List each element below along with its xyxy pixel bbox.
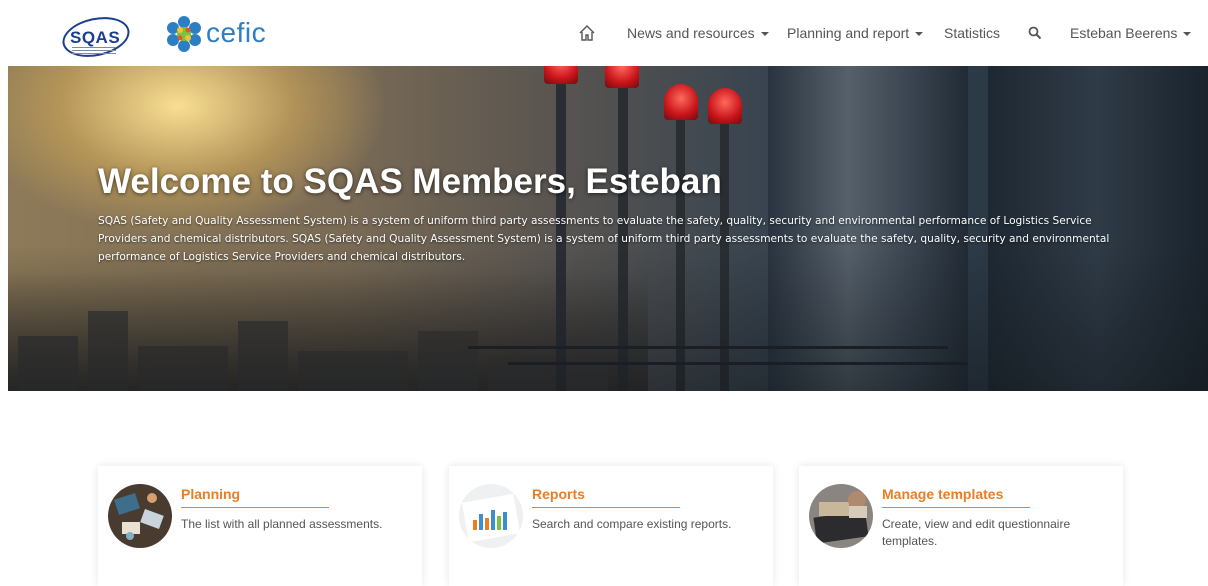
nav-news-and-resources[interactable]: News and resources	[627, 0, 769, 66]
nav-search[interactable]	[1028, 0, 1042, 66]
reports-thumbnail	[459, 484, 523, 548]
card-planning-description: The list with all planned assessments.	[181, 517, 383, 531]
sqas-logo[interactable]: SQAS	[58, 11, 134, 63]
card-reports-title[interactable]: Reports	[532, 486, 585, 502]
card-title-underline	[532, 507, 680, 508]
nav-statistics[interactable]: Statistics	[944, 0, 1000, 66]
hero-banner: Welcome to SQAS Members, Esteban SQAS (S…	[8, 66, 1208, 391]
card-reports-description: Search and compare existing reports.	[532, 517, 732, 531]
card-title-underline	[882, 507, 1030, 508]
card-planning-title[interactable]: Planning	[181, 486, 240, 502]
nav-planning-and-report[interactable]: Planning and report	[787, 0, 924, 66]
cefic-logo-text: cefic	[206, 17, 267, 48]
card-reports[interactable]: Reports Search and compare existing repo…	[449, 466, 773, 586]
nav-user-label: Esteban Beerens	[1070, 25, 1178, 41]
site-header: SQAS cefic News and resources Planning a…	[0, 0, 1208, 66]
hero-title: Welcome to SQAS Members, Esteban	[98, 162, 722, 201]
nav-user-menu[interactable]: Esteban Beerens	[1070, 0, 1192, 66]
caret-down-icon	[1183, 32, 1192, 36]
cefic-logo[interactable]: cefic	[164, 16, 274, 52]
caret-down-icon	[915, 32, 924, 36]
card-templates-description: Create, view and edit questionnaire temp…	[882, 517, 1071, 548]
nav-statistics-label: Statistics	[944, 25, 1001, 41]
card-title-underline	[181, 507, 329, 508]
card-templates-title[interactable]: Manage templates	[882, 486, 1003, 502]
card-manage-templates[interactable]: Manage templates Create, view and edit q…	[799, 466, 1123, 586]
cefic-flower-icon	[167, 16, 201, 52]
planning-thumbnail	[108, 484, 172, 548]
hero-description: SQAS (Safety and Quality Assessment Syst…	[98, 215, 1110, 263]
card-planning[interactable]: Planning The list with all planned asses…	[98, 466, 422, 586]
caret-down-icon	[760, 32, 769, 36]
search-icon	[1028, 26, 1042, 40]
nav-news-label: News and resources	[627, 25, 755, 41]
nav-planning-label: Planning and report	[787, 25, 910, 41]
home-icon	[579, 25, 595, 41]
sqas-logo-text: SQAS	[70, 28, 121, 47]
templates-thumbnail	[809, 484, 873, 548]
nav-home[interactable]	[578, 0, 596, 66]
